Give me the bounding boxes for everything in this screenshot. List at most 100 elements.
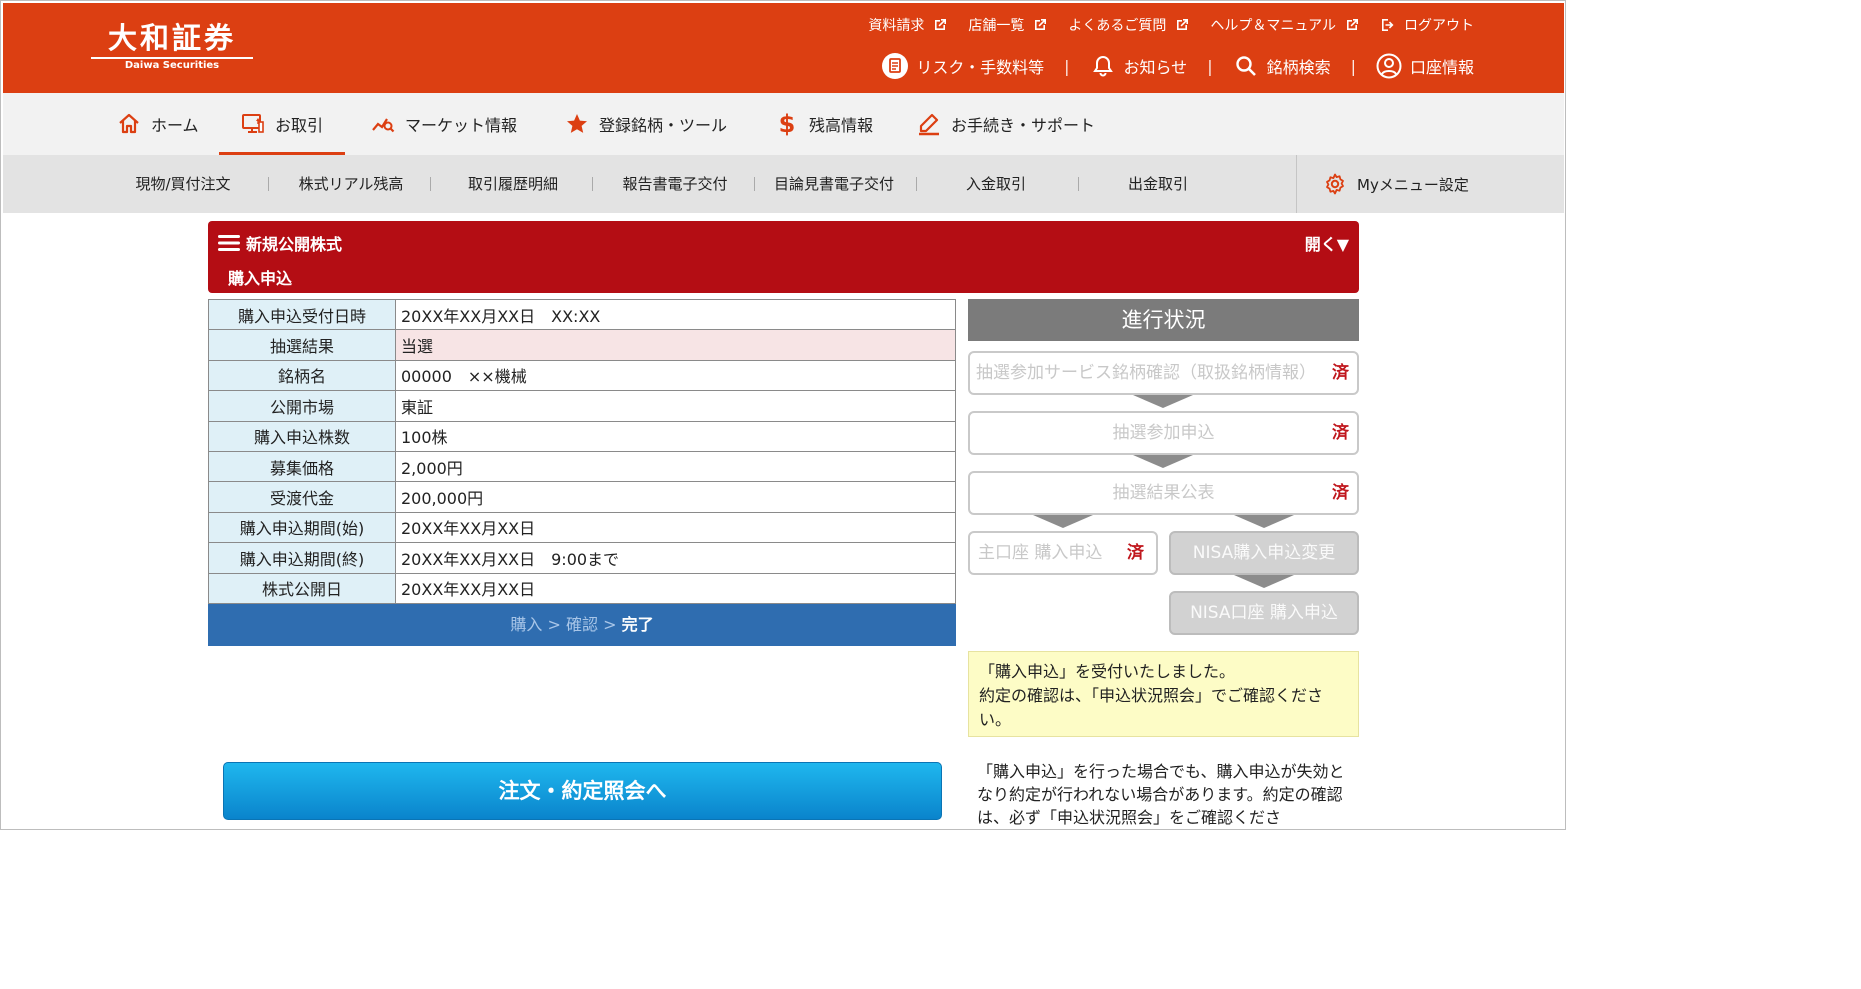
notice-line: 「購入申込」を受付いたしました。 bbox=[979, 662, 1236, 681]
nav-tab-label: マーケット情報 bbox=[405, 116, 518, 135]
row-value: 00000 ××機械 bbox=[395, 359, 956, 392]
logout-label: ログアウト bbox=[1404, 18, 1474, 34]
progress-arrow bbox=[1033, 515, 1093, 528]
account-info-label: 口座情報 bbox=[1409, 58, 1474, 77]
dollar-icon: $ bbox=[778, 110, 796, 138]
gear-icon bbox=[1326, 173, 1344, 195]
progress-step-label: 抽選参加サービス銘柄確認（取扱銘柄情報） bbox=[976, 363, 1316, 383]
market-chart-icon bbox=[372, 118, 395, 133]
table-row: 購入申込株数 100株 bbox=[208, 420, 956, 452]
utility-nav: リスク・手数料等 | お知らせ | 銘柄検索 | 口座情報 bbox=[882, 53, 1474, 79]
subnav-item-withdrawal[interactable]: 出金取引 bbox=[1078, 155, 1238, 213]
row-value: 100株 bbox=[395, 420, 956, 452]
accepted-notice: 「購入申込」を受付いたしました。 約定の確認は、「申込状況照会」でご確認ください… bbox=[968, 651, 1359, 737]
table-row: 株式公開日 20XX年XX月XX日 bbox=[208, 572, 956, 604]
util-separator: | bbox=[1350, 56, 1356, 76]
progress-step-label: NISA口座 購入申込 bbox=[1190, 603, 1338, 623]
subnav-item-buy-order[interactable]: 現物/買付注文 bbox=[103, 155, 263, 213]
row-label: 購入申込株数 bbox=[208, 420, 396, 452]
subnav-item-e-reports[interactable]: 報告書電子交付 bbox=[595, 155, 755, 213]
done-mark: 済 bbox=[1332, 423, 1349, 443]
caution-text: 「購入申込」を行った場合でも、購入申込が失効となり約定が行われない場合があります… bbox=[977, 762, 1345, 827]
progress-arrow bbox=[1234, 575, 1294, 588]
subnav-divider bbox=[268, 177, 269, 191]
notice-link[interactable]: お知らせ bbox=[1090, 53, 1188, 79]
row-label: 受渡代金 bbox=[208, 481, 396, 513]
search-icon bbox=[1233, 53, 1259, 79]
top-link-faq[interactable]: よくあるご質問 bbox=[1068, 15, 1190, 35]
nav-tab-label: 残高情報 bbox=[809, 116, 874, 135]
progress-step-lottery-apply: 抽選参加申込 済 bbox=[968, 411, 1359, 455]
progress-step-nisa-apply: NISA口座 購入申込 bbox=[1169, 591, 1359, 635]
logout-icon bbox=[1382, 19, 1394, 31]
order-details-table: 購入申込受付日時 20XX年XX月XX日 XX:XX 抽選結果 当選 銘柄名 0000… bbox=[208, 298, 956, 604]
account-info-link[interactable]: 口座情報 bbox=[1376, 53, 1474, 79]
row-label: 抽選結果 bbox=[208, 329, 396, 361]
subnav-divider bbox=[592, 177, 593, 191]
top-link-label: 店舗一覧 bbox=[968, 18, 1025, 34]
step-indicator: 購入 > 確認 > 完了 bbox=[208, 604, 956, 646]
subnav-item-e-prospectus[interactable]: 目論見書電子交付 bbox=[753, 155, 915, 213]
progress-step-label: 抽選結果公表 bbox=[1112, 483, 1215, 503]
sub-nav: 現物/買付注文 株式リアル残高 取引履歴明細 報告書電子交付 目論見書電子交付 … bbox=[3, 155, 1564, 213]
done-mark: 済 bbox=[1127, 543, 1144, 563]
nav-tab-market[interactable]: マーケット情報 bbox=[371, 93, 517, 155]
progress-step-label: 抽選参加申込 bbox=[1112, 423, 1215, 443]
section-header: 新規公開株式 購入申込 開く▼ bbox=[208, 221, 1359, 293]
top-link-label: よくあるご質問 bbox=[1068, 18, 1167, 34]
section-title: 新規公開株式 bbox=[246, 235, 343, 254]
nav-tab-home[interactable]: ホーム bbox=[117, 93, 199, 155]
section-title-row: 新規公開株式 bbox=[218, 231, 342, 255]
row-value: 200,000円 bbox=[395, 481, 956, 513]
site-header: 大和証券 Daiwa Securities 資料請求 店舗一覧 よくあるご質問 … bbox=[3, 3, 1564, 93]
top-link-materials[interactable]: 資料請求 bbox=[868, 15, 948, 35]
logo-rule bbox=[91, 57, 253, 59]
row-value: 20XX年XX月XX日 bbox=[395, 572, 956, 604]
table-row: 購入申込期間(始) 20XX年XX月XX日 bbox=[208, 511, 956, 544]
progress-arrow bbox=[1133, 395, 1193, 408]
progress-step-nisa-change: NISA購入申込変更 bbox=[1169, 531, 1359, 575]
top-link-stores[interactable]: 店舗一覧 bbox=[968, 15, 1048, 35]
mymenu-label: Myメニュー設定 bbox=[1357, 175, 1469, 194]
logo-main-text: 大和証券 bbox=[107, 21, 236, 55]
trade-monitor-icon bbox=[242, 114, 264, 133]
done-mark: 済 bbox=[1332, 483, 1349, 503]
top-links: 資料請求 店舗一覧 よくあるご質問 ヘルプ＆マニュアル ログアウト bbox=[868, 15, 1474, 35]
stock-search-link[interactable]: 銘柄検索 bbox=[1233, 53, 1331, 79]
risk-fees-link[interactable]: リスク・手数料等 bbox=[882, 53, 1044, 79]
done-mark: 済 bbox=[1332, 363, 1349, 383]
star-icon bbox=[567, 114, 587, 133]
mymenu-settings[interactable]: Myメニュー設定 bbox=[1296, 155, 1469, 213]
row-value: 20XX年XX月XX日 bbox=[395, 511, 956, 544]
notice-line: 約定の確認は、「申込状況照会」でご確認ください。 bbox=[979, 686, 1324, 729]
table-row: 銘柄名 00000 ××機械 bbox=[208, 359, 956, 392]
nav-tab-trade[interactable]: お取引 bbox=[218, 93, 346, 155]
row-label: 株式公開日 bbox=[208, 572, 396, 604]
notice-label: お知らせ bbox=[1123, 58, 1188, 77]
util-separator: | bbox=[1207, 56, 1213, 76]
subnav-item-deposit[interactable]: 入金取引 bbox=[916, 155, 1076, 213]
row-value: 20XX年XX月XX日 XX:XX bbox=[395, 298, 956, 331]
util-separator: | bbox=[1064, 56, 1070, 76]
section-open-toggle[interactable]: 開く▼ bbox=[1305, 231, 1349, 255]
logout-link[interactable]: ログアウト bbox=[1380, 15, 1474, 35]
hamburger-menu-icon[interactable] bbox=[218, 234, 240, 252]
top-link-help[interactable]: ヘルプ＆マニュアル bbox=[1210, 15, 1360, 35]
table-row: 抽選結果 当選 bbox=[208, 329, 956, 361]
subnav-item-realtime-balance[interactable]: 株式リアル残高 bbox=[271, 155, 431, 213]
nav-tab-watchlist[interactable]: 登録銘柄・ツール bbox=[565, 93, 727, 155]
external-link-icon bbox=[935, 19, 947, 30]
nav-tab-balance[interactable]: $ 残高情報 bbox=[775, 93, 873, 155]
row-label: 購入申込受付日時 bbox=[208, 298, 396, 331]
top-link-label: ヘルプ＆マニュアル bbox=[1210, 18, 1336, 34]
nav-tab-procedures[interactable]: お手続き・サポート bbox=[917, 93, 1095, 155]
order-inquiry-button[interactable]: 注文・約定照会へ bbox=[223, 762, 942, 820]
daiwa-logo[interactable]: 大和証券 Daiwa Securities bbox=[91, 21, 253, 72]
pencil-icon bbox=[919, 113, 939, 136]
row-value: 東証 bbox=[395, 390, 956, 422]
external-link-icon bbox=[1347, 19, 1358, 30]
row-value: 20XX年XX月XX日 9:00まで bbox=[395, 542, 956, 574]
row-label: 購入申込期間(終) bbox=[208, 542, 396, 574]
main-nav: ホーム お取引 マーケット情報 登録銘柄・ツール $ 残高情報 お手続き・サポー… bbox=[3, 93, 1564, 155]
subnav-item-trade-history[interactable]: 取引履歴明細 bbox=[433, 155, 593, 213]
